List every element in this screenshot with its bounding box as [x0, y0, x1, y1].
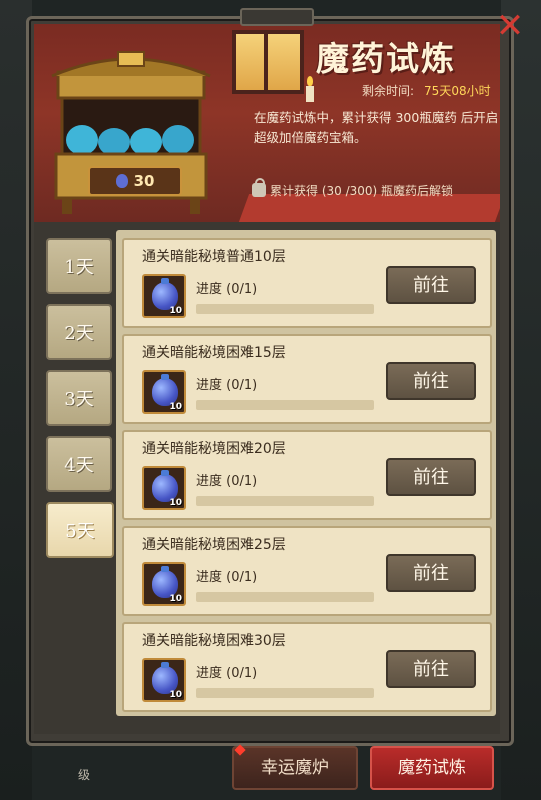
- progress-bar: [196, 496, 374, 506]
- candle-decoration: [306, 76, 314, 102]
- tab-potion-trial[interactable]: 魔药试炼: [370, 746, 494, 790]
- task-item: 通关暗能秘境困难15层 10 进度 (0/1) 前往: [122, 334, 492, 424]
- potion-icon: [115, 174, 128, 188]
- page-title: 魔药试炼: [316, 39, 456, 78]
- chest-count-badge: 30: [88, 166, 182, 196]
- task-item: 通关暗能秘境困难30层 10 进度 (0/1) 前往: [122, 622, 492, 712]
- task-title: 通关暗能秘境困难20层: [142, 441, 286, 457]
- level-label: 级: [78, 768, 91, 782]
- event-description: 在魔药试炼中，累计获得 300瓶魔药 后开启 超级加倍魔药宝箱。: [254, 110, 499, 145]
- lock-icon: [252, 178, 266, 197]
- progress-label: 进度 (0/1): [196, 666, 258, 681]
- unlock-text: 累计获得 (30 /300) 瓶魔药后解锁: [270, 184, 454, 198]
- go-button[interactable]: 前往: [386, 266, 476, 304]
- remaining-time: 剩余时间: 75天08小时: [362, 82, 491, 99]
- progress-label: 进度 (0/1): [196, 570, 258, 585]
- task-item: 通关暗能秘境困难20层 10 进度 (0/1) 前往: [122, 430, 492, 520]
- window-decoration: [232, 30, 304, 94]
- reward-count: 10: [169, 498, 182, 508]
- remaining-value: 75天08小时: [424, 84, 491, 98]
- go-button[interactable]: 前往: [386, 458, 476, 496]
- tab-day-2[interactable]: 2天: [46, 304, 112, 360]
- task-item: 通关暗能秘境困难25层 10 进度 (0/1) 前往: [122, 526, 492, 616]
- go-button[interactable]: 前往: [386, 362, 476, 400]
- progress-bar: [196, 688, 374, 698]
- tab-day-3[interactable]: 3天: [46, 370, 112, 426]
- task-item: 通关暗能秘境普通10层 10 进度 (0/1) 前往: [122, 238, 492, 328]
- remaining-label: 剩余时间:: [362, 84, 415, 98]
- task-title: 通关暗能秘境普通10层: [142, 249, 286, 265]
- reward-count: 10: [169, 402, 182, 412]
- progress-label: 进度 (0/1): [196, 378, 258, 393]
- reward-count: 10: [169, 306, 182, 316]
- task-title: 通关暗能秘境困难15层: [142, 345, 286, 361]
- progress-bar: [196, 304, 374, 314]
- tab-day-1[interactable]: 1天: [46, 238, 112, 294]
- progress-bar: [196, 592, 374, 602]
- progress-bar: [196, 400, 374, 410]
- task-title: 通关暗能秘境困难25层: [142, 537, 286, 553]
- potion-reward-icon: 10: [142, 658, 186, 702]
- chest-count: 30: [133, 172, 155, 190]
- reward-count: 10: [169, 594, 182, 604]
- potion-reward-icon: 10: [142, 370, 186, 414]
- unlock-status: 累计获得 (30 /300) 瓶魔药后解锁: [252, 178, 454, 199]
- potion-reward-icon: 10: [142, 466, 186, 510]
- top-ornament: [240, 8, 314, 26]
- reward-count: 10: [169, 690, 182, 700]
- go-button[interactable]: 前往: [386, 650, 476, 688]
- tab-lucky-furnace[interactable]: 幸运魔炉: [232, 746, 358, 790]
- task-title: 通关暗能秘境困难30层: [142, 633, 286, 649]
- tab-day-5[interactable]: 5天: [46, 502, 114, 558]
- close-icon: ✕: [495, 6, 525, 46]
- progress-label: 进度 (0/1): [196, 474, 258, 489]
- progress-label: 进度 (0/1): [196, 282, 258, 297]
- close-button[interactable]: ✕: [492, 8, 528, 44]
- go-button[interactable]: 前往: [386, 554, 476, 592]
- tab-day-4[interactable]: 4天: [46, 436, 112, 492]
- potion-reward-icon: 10: [142, 274, 186, 318]
- potion-reward-icon: 10: [142, 562, 186, 606]
